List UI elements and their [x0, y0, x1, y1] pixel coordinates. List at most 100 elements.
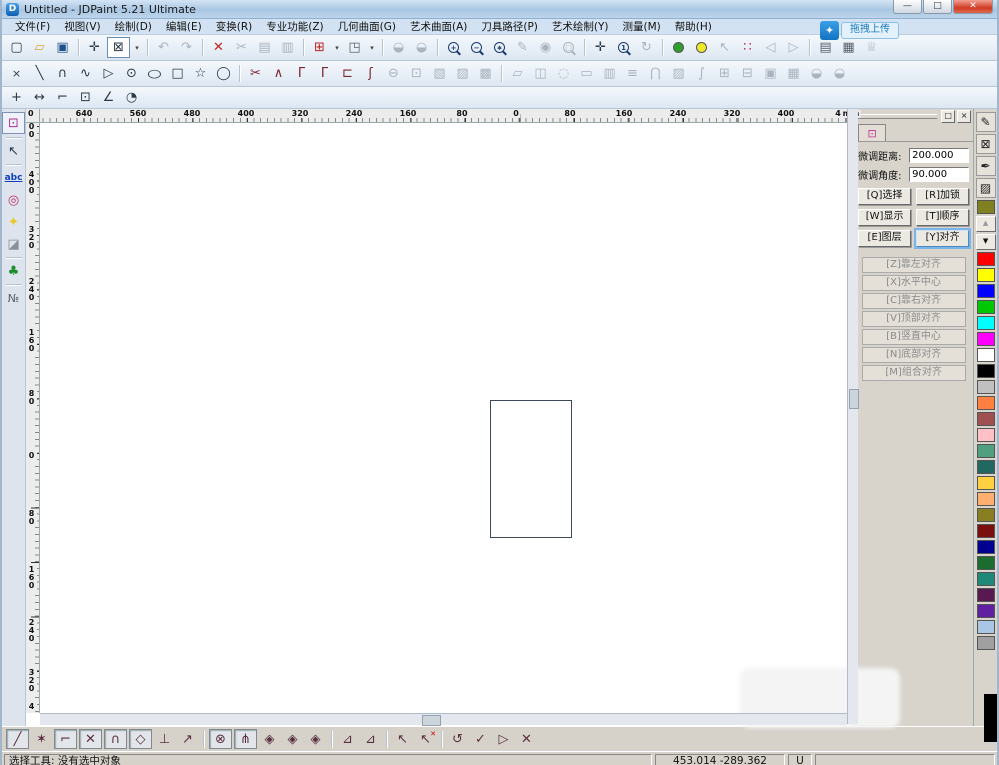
pan-icon[interactable]: ✛ — [590, 38, 611, 57]
color-swatch[interactable] — [977, 332, 995, 346]
text-tool-icon[interactable]: abc — [3, 168, 24, 188]
color-swatch[interactable] — [977, 380, 995, 394]
mask2-dark-icon[interactable]: ◒ — [829, 64, 850, 83]
align-button[interactable]: [C]靠右对齐 — [862, 293, 966, 309]
color-swatch[interactable] — [977, 364, 995, 378]
view-3d-icon[interactable]: ◳ — [344, 38, 365, 57]
select-tool-icon[interactable]: ⊡ — [2, 112, 25, 134]
color-swatch[interactable] — [977, 396, 995, 410]
align-button[interactable]: [V]顶部对齐 — [862, 311, 966, 327]
layer-table-icon[interactable]: ▦ — [838, 38, 859, 57]
nudge-angle-input[interactable] — [909, 167, 969, 182]
restore-button[interactable]: □ — [923, 0, 952, 14]
color-swatch[interactable] — [977, 604, 995, 618]
zoom-object-icon[interactable]: ∗ — [489, 38, 510, 57]
regroup-icon[interactable]: ▩ — [475, 64, 496, 83]
color-swatch[interactable] — [977, 588, 995, 602]
move-origin-icon[interactable]: ✛ — [84, 38, 105, 57]
menu-item[interactable]: 帮助(H) — [668, 19, 719, 34]
blend-curve-icon[interactable]: ʃ — [360, 64, 381, 83]
region-a-icon[interactable]: ⊞ — [714, 64, 735, 83]
drawn-rectangle[interactable] — [490, 400, 572, 538]
measure-angle-icon[interactable]: ∠ — [98, 88, 119, 107]
combine-icon[interactable]: ◫ — [530, 64, 551, 83]
pick-cursor-icon[interactable]: ↖ — [392, 730, 413, 748]
menu-item[interactable]: 编辑(E) — [159, 19, 209, 34]
nc-tool-icon[interactable]: № — [3, 288, 24, 308]
menu-item[interactable]: 测量(M) — [616, 19, 668, 34]
color-swatch[interactable] — [977, 284, 995, 298]
color-swatch[interactable] — [977, 412, 995, 426]
ramp-b-icon[interactable]: ⊿ — [360, 730, 381, 748]
color-swatch[interactable] — [977, 252, 995, 266]
panel-grip[interactable] — [858, 114, 937, 119]
open-file-icon[interactable]: ▱ — [29, 38, 50, 57]
horizontal-scroll-thumb[interactable] — [422, 715, 441, 726]
next-icon[interactable]: ▷ — [783, 38, 804, 57]
align-button[interactable]: [M]组合对齐 — [862, 365, 966, 381]
menu-item[interactable]: 视图(V) — [57, 19, 107, 34]
snap-node-icon[interactable]: ⋔ — [234, 729, 257, 749]
save-file-icon[interactable]: ▣ — [52, 38, 73, 57]
weld-icon[interactable]: ▱ — [507, 64, 528, 83]
snap-nearest-icon[interactable]: ✶ — [31, 730, 52, 748]
mask-light-icon[interactable]: ◒ — [388, 38, 409, 57]
panel-restore-button[interactable]: □ — [941, 110, 955, 123]
refresh-icon[interactable]: ↻ — [636, 38, 657, 57]
align-button[interactable]: [Z]靠左对齐 — [862, 257, 966, 273]
lathe-tool-icon[interactable]: ♣ — [3, 261, 24, 281]
panel-button[interactable]: [W]显示 — [858, 209, 911, 226]
offset-icon[interactable]: ⊏ — [337, 64, 358, 83]
line-tool-icon[interactable]: ╲ — [29, 64, 50, 83]
grid-snap-b-icon[interactable]: ◈ — [282, 730, 303, 748]
nudge-distance-input[interactable] — [909, 148, 969, 163]
align-button[interactable]: [X]水平中心 — [862, 275, 966, 291]
chamfer-icon[interactable]: Γ — [314, 64, 335, 83]
panel-close-button[interactable]: × — [957, 110, 971, 123]
ellipse-tool-icon[interactable]: ○ — [138, 64, 171, 83]
delete-icon[interactable]: ✕ — [208, 38, 229, 57]
verify-icon[interactable]: ✓ — [470, 730, 491, 748]
array-dropdown-icon[interactable]: ▾ — [332, 38, 342, 57]
view-dropdown-icon[interactable]: ▾ — [367, 38, 377, 57]
abort-icon[interactable]: ✕ — [516, 730, 537, 748]
plane-a-icon[interactable]: ▭ — [576, 64, 597, 83]
zoom-actual-icon[interactable]: 1 — [613, 38, 634, 57]
color-swatch[interactable] — [977, 540, 995, 554]
title-bar[interactable]: D Untitled - JDPaint 5.21 Ultimate — □ ✕ — [2, 0, 997, 19]
selection-tab[interactable]: ⊡ — [858, 124, 886, 141]
menu-item[interactable]: 艺术曲面(A) — [403, 19, 474, 34]
trim-icon[interactable]: ✂ — [245, 64, 266, 83]
flat-ellipse-icon[interactable]: ⊖ — [383, 64, 404, 83]
crown-icon[interactable]: ♕ — [861, 38, 882, 57]
color-swatch[interactable] — [977, 444, 995, 458]
measure-distance-icon[interactable]: ↔ — [29, 88, 50, 107]
brush-color-icon[interactable]: ✒ — [976, 156, 996, 176]
panel-button[interactable]: [E]图层 — [858, 230, 911, 247]
measure-rect-icon[interactable]: ⊡ — [75, 88, 96, 107]
measure-arc-icon[interactable]: ◔ — [121, 88, 142, 107]
zoom-in-icon[interactable]: + — [443, 38, 464, 57]
pick-light-icon[interactable]: ↖ — [714, 38, 735, 57]
rect-tool-icon[interactable]: □ — [167, 64, 188, 83]
group-icon[interactable]: ▧ — [429, 64, 450, 83]
light-on-icon[interactable] — [668, 38, 689, 57]
color-swatch[interactable] — [977, 316, 995, 330]
star-tool-icon[interactable]: ☆ — [190, 64, 211, 83]
zoom-window-icon[interactable]: □ — [558, 38, 579, 57]
pen-color-icon[interactable]: ✎ — [976, 112, 996, 132]
outline-icon[interactable]: ◌ — [553, 64, 574, 83]
align-button[interactable]: [N]底部对齐 — [862, 347, 966, 363]
color-swatch[interactable] — [977, 636, 995, 650]
ungroup-icon[interactable]: ▨ — [452, 64, 473, 83]
prev-icon[interactable]: ◁ — [760, 38, 781, 57]
align-button[interactable]: [B]竖直中心 — [862, 329, 966, 345]
panel-button[interactable]: [R]加锁 — [916, 188, 969, 205]
menu-item[interactable]: 文件(F) — [8, 19, 57, 34]
menu-item[interactable]: 专业功能(Z) — [259, 19, 330, 34]
sweep-icon[interactable]: ∫ — [691, 64, 712, 83]
color-swatch[interactable] — [977, 476, 995, 490]
selection-dropdown-icon[interactable]: ▾ — [132, 38, 142, 57]
color-swatch[interactable] — [977, 492, 995, 506]
frame-icon[interactable]: ▣ — [760, 64, 781, 83]
